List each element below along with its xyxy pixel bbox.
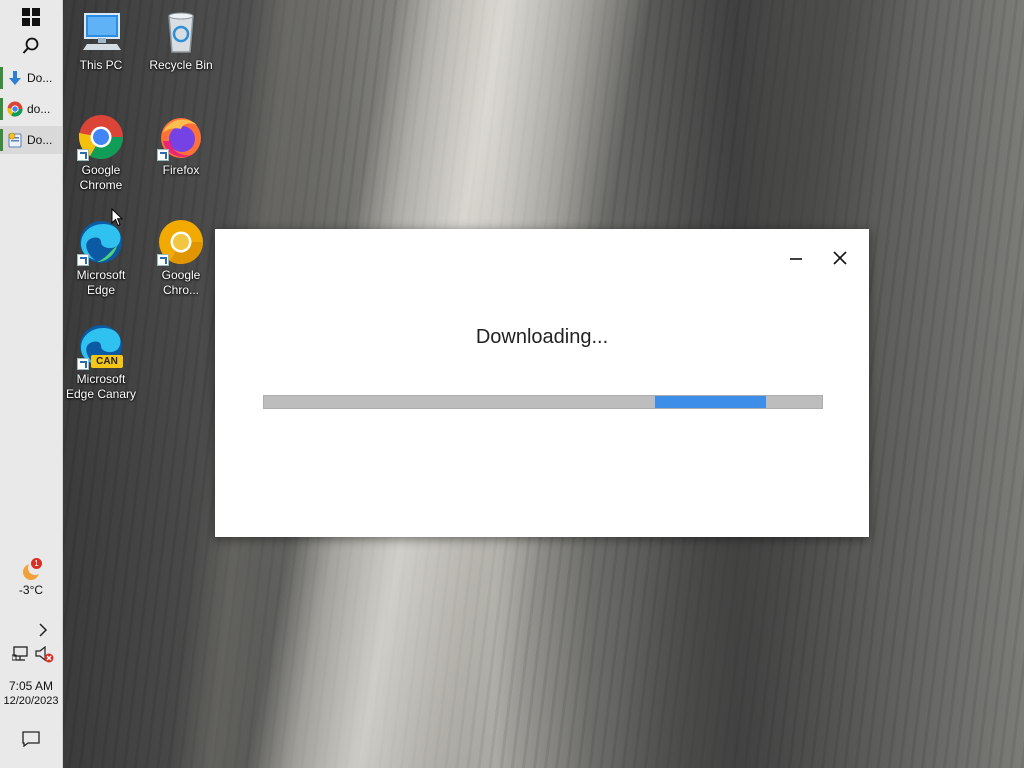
desktop-icon-firefox[interactable]: Firefox (142, 113, 220, 178)
download-progress-bar (263, 395, 823, 409)
start-button[interactable] (0, 2, 62, 32)
minimize-icon (790, 258, 802, 260)
weather-temperature: -3°C (18, 583, 44, 597)
canary-badge: CAN (91, 355, 123, 368)
desktop-icon-label: Recycle Bin (149, 58, 213, 72)
desktop-icon-label: Microsoft Edge (76, 268, 126, 297)
taskbar-app-installer[interactable]: Do... (0, 126, 62, 154)
close-button[interactable] (825, 243, 855, 273)
minimize-button[interactable] (781, 243, 811, 273)
chevron-right-icon (39, 623, 48, 637)
shortcut-arrow-icon (157, 254, 169, 266)
desktop-icon-google-chrome[interactable]: Google Chrome (62, 113, 140, 193)
running-indicator (0, 67, 3, 89)
weather-widget[interactable]: 1 (18, 558, 44, 582)
mouse-cursor-icon (111, 208, 123, 227)
volume-muted-icon (35, 645, 54, 663)
shortcut-arrow-icon (77, 254, 89, 266)
running-indicator (0, 98, 3, 120)
clock[interactable]: 7:05 AM 12/20/2023 (0, 679, 62, 707)
shortcut-arrow-icon (77, 149, 89, 161)
dialog-status-text: Downloading... (475, 326, 609, 348)
shortcut-arrow-icon (157, 149, 169, 161)
taskbar-app-label: do... (27, 102, 51, 116)
desktop-icon-label: Microsoft Edge Canary (65, 372, 137, 401)
close-icon (833, 251, 847, 265)
desktop-icon-microsoft-edge-canary[interactable]: CAN Microsoft Edge Canary (62, 322, 140, 402)
download-dialog: Downloading... (215, 229, 869, 537)
search-button[interactable] (0, 31, 62, 61)
windows-logo-icon (22, 8, 40, 26)
volume-tray-button[interactable] (35, 645, 55, 669)
show-hidden-icons-button[interactable] (28, 615, 58, 645)
clock-time: 7:05 AM (8, 679, 54, 693)
taskbar-app-label: Do... (27, 71, 53, 85)
desktop-icon-this-pc[interactable]: This PC (62, 8, 140, 73)
desktop-icon-label: Google Chro... (161, 268, 201, 297)
action-center-button[interactable] (0, 724, 62, 754)
clock-date: 12/20/2023 (3, 695, 59, 707)
desktop-icon-label: This PC (79, 58, 123, 72)
progress-indicator (654, 396, 767, 408)
download-arrow-icon (9, 71, 21, 85)
taskbar-app-label: Do... (27, 133, 53, 147)
shortcut-arrow-icon (77, 358, 89, 370)
search-icon (22, 37, 39, 54)
desktop-icon-label: Firefox (162, 163, 200, 177)
desktop-icon-google-chrome-canary[interactable]: Google Chro... (142, 218, 220, 298)
weather-badge: 1 (31, 558, 42, 569)
desktop-icon-microsoft-edge[interactable]: Microsoft Edge (62, 218, 140, 298)
network-tray-button[interactable] (11, 646, 30, 667)
installer-icon (8, 132, 22, 148)
taskbar: Do... do... Do... 1 -3°C 7:05 AM 12/20/2… (0, 0, 63, 768)
computer-icon (83, 13, 121, 50)
taskbar-app-chrome[interactable]: do... (0, 95, 62, 123)
network-icon (11, 646, 28, 661)
recycle-bin-icon (168, 12, 194, 53)
running-indicator (0, 129, 3, 151)
chrome-icon (7, 101, 23, 117)
notification-icon (22, 731, 40, 747)
desktop-icon-recycle-bin[interactable]: Recycle Bin (142, 8, 220, 73)
desktop-icon-label: Google Chrome (79, 163, 123, 192)
taskbar-app-downloads[interactable]: Do... (0, 64, 62, 92)
